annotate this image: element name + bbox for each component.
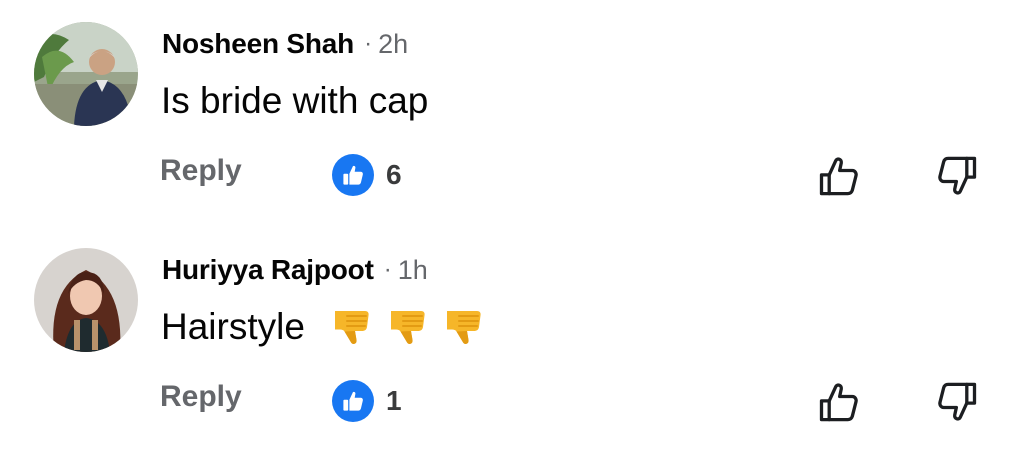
avatar[interactable] <box>34 248 138 352</box>
thumbs-down-outline-icon[interactable] <box>936 380 980 429</box>
comment-item: Huriyya Rajpoot · 1h Hairstyle Reply 1 <box>0 226 1024 446</box>
comment-item: Nosheen Shah · 2h Is bride with cap Repl… <box>0 0 1024 220</box>
timestamp[interactable]: 1h <box>398 255 428 286</box>
thumbs-down-emoji <box>443 307 483 347</box>
thumbs-up-outline-icon[interactable] <box>816 380 860 429</box>
like-badge-icon <box>332 154 374 196</box>
timestamp[interactable]: 2h <box>378 29 408 60</box>
author-name[interactable]: Huriyya Rajpoot <box>162 254 374 286</box>
comment-text: Is bride with cap <box>161 80 428 122</box>
emoji-group <box>331 307 483 347</box>
avatar[interactable] <box>34 22 138 126</box>
like-count: 6 <box>386 159 402 190</box>
comment-text-content: Is bride with cap <box>161 80 429 121</box>
like-badge-icon <box>332 380 374 422</box>
thumbs-down-outline-icon[interactable] <box>936 154 980 203</box>
comment-text: Hairstyle <box>161 306 483 348</box>
comment-text-content: Hairstyle <box>161 306 305 347</box>
thumbs-down-emoji <box>387 307 427 347</box>
reactions-summary[interactable]: 1 <box>332 380 402 422</box>
reply-button[interactable]: Reply <box>160 154 242 188</box>
reply-button[interactable]: Reply <box>160 380 242 414</box>
reactions-summary[interactable]: 6 <box>332 154 402 196</box>
thumbs-up-outline-icon[interactable] <box>816 154 860 203</box>
author-name[interactable]: Nosheen Shah <box>162 28 354 60</box>
separator: · <box>383 256 392 283</box>
thumbs-down-emoji <box>331 307 371 347</box>
like-count: 1 <box>386 385 402 416</box>
separator: · <box>364 30 373 57</box>
